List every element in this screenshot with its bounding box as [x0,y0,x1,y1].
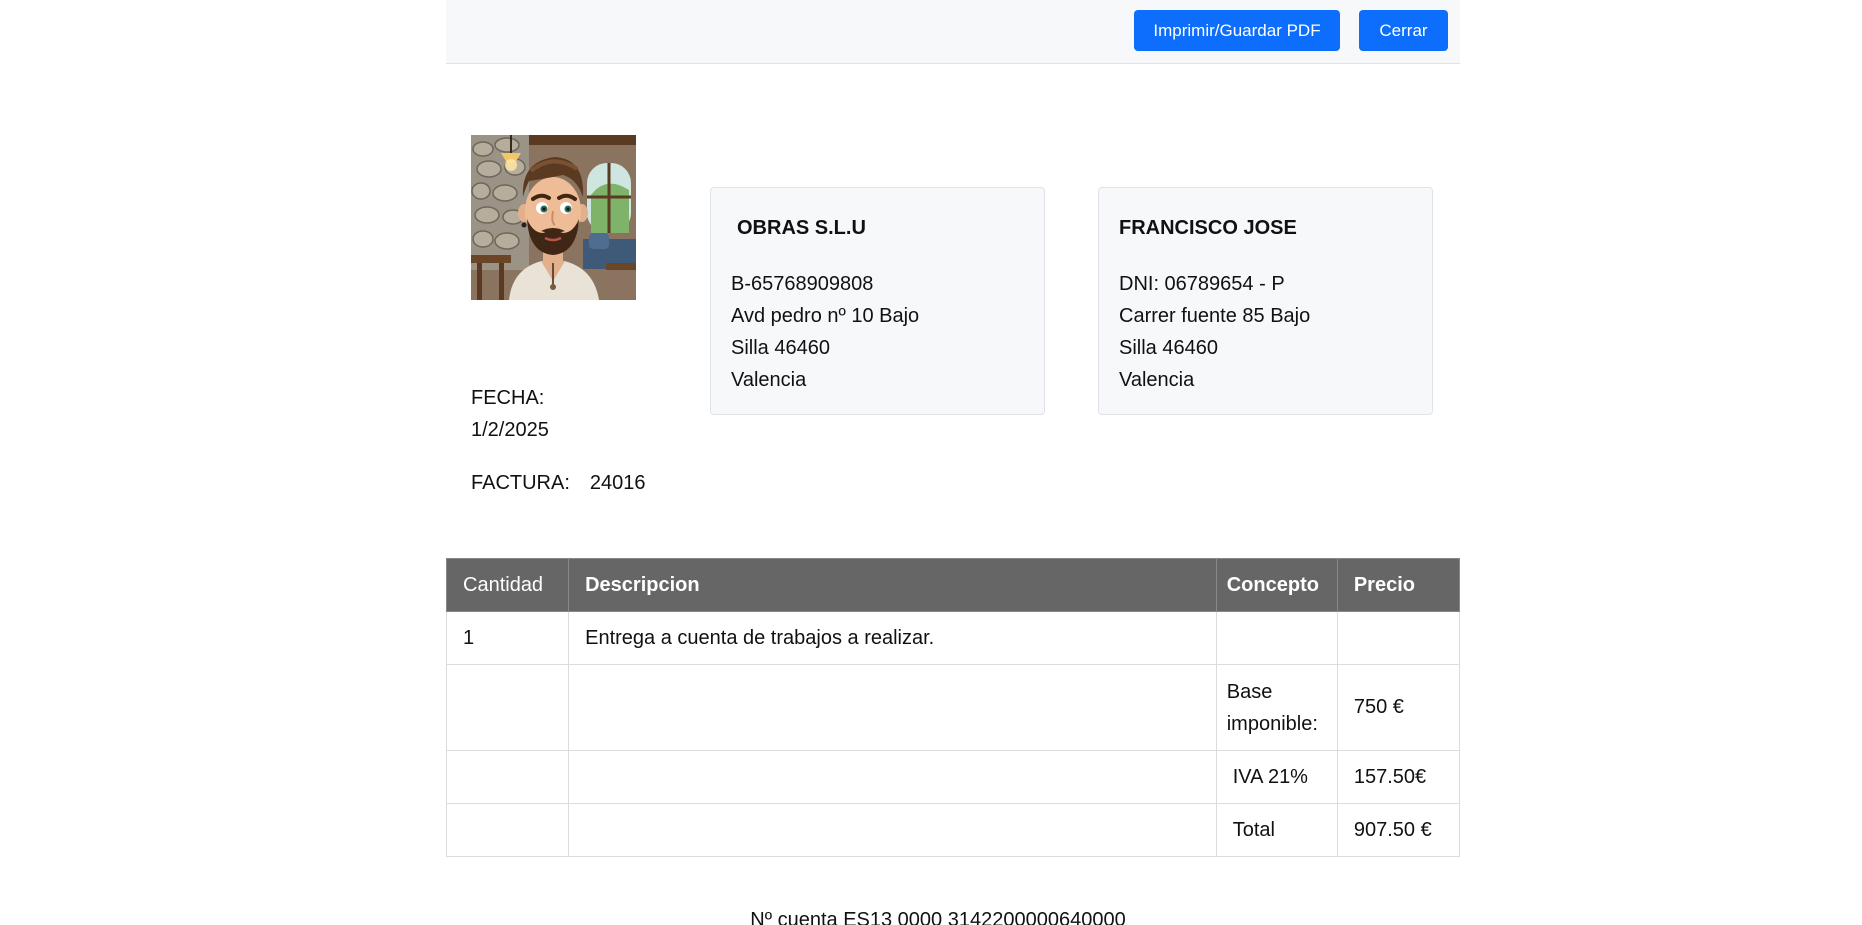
cell-cantidad: 1 [445,611,570,665]
client-province: Valencia [1119,369,1195,391]
invoice-page: Imprimir/Guardar PDF Cerrar FECHA: 1/2/2… [0,0,1862,925]
empty-cell [568,803,1217,857]
iva-label: IVA 21% [1215,750,1338,804]
empty-cell [445,803,570,857]
client-details: DNI: 06789654 - P Carrer fuente 85 Bajo … [1119,268,1412,396]
base-imponible-value: 750 € [1336,664,1461,751]
base-imponible-text: Base imponible: [1226,680,1318,735]
header-descripcion: Descripcion [568,558,1217,612]
header-precio: Precio [1336,558,1461,612]
summary-row-iva: IVA 21% 157.50€ [445,750,1461,804]
cell-descripcion: Entrega a cuenta de trabajos a realizar. [568,611,1217,665]
total-label: Total [1215,803,1338,857]
base-imponible-label: Base imponible: [1215,664,1338,751]
emitter-cif: B-65768909808 [731,273,874,295]
emitter-card: OBRAS S.L.U B-65768909808 Avd pedro nº 1… [710,187,1045,415]
close-button[interactable]: Cerrar [1359,10,1448,51]
print-save-pdf-button[interactable]: Imprimir/Guardar PDF [1134,10,1340,51]
header-concepto: Concepto [1215,558,1338,612]
emitter-city: Silla 46460 [731,337,830,359]
total-value: 907.50 € [1336,803,1461,857]
empty-cell [568,664,1217,751]
client-name: FRANCISCO JOSE [1119,217,1297,239]
emitter-details: B-65768909808 Avd pedro nº 10 Bajo Silla… [731,268,1024,396]
empty-cell [445,664,570,751]
empty-cell [445,750,570,804]
toolbar: Imprimir/Guardar PDF Cerrar [446,0,1460,64]
emitter-province: Valencia [731,369,807,391]
client-card: FRANCISCO JOSE DNI: 06789654 - P Carrer … [1098,187,1433,415]
summary-row-base: Base imponible: 750 € [445,664,1461,751]
client-dni: DNI: 06789654 - P [1119,273,1285,295]
table-header-row: Cantidad Descripcion Concepto Precio [445,558,1461,612]
fecha-value: 1/2/2025 [471,419,549,441]
avatar-illustration [471,135,636,300]
client-address: Carrer fuente 85 Bajo [1119,305,1311,327]
empty-cell [568,750,1217,804]
bank-account-text: Nº cuenta ES13 0000 3142200000640000 [750,909,1126,925]
factura-number: 24016 [589,472,646,494]
cell-concepto [1215,611,1338,665]
bank-account: Nº cuenta ES13 0000 3142200000640000 [0,908,1862,925]
iva-value: 157.50€ [1336,750,1461,804]
factura-row: FACTURA: 24016 [471,467,646,499]
fecha-label: FECHA: [471,387,545,409]
emitter-name: OBRAS S.L.U [737,217,866,239]
invoice-table: Cantidad Descripcion Concepto Precio 1 E… [445,558,1461,857]
client-city: Silla 46460 [1119,337,1218,359]
factura-label: FACTURA: [471,472,570,494]
emitter-address: Avd pedro nº 10 Bajo [731,305,920,327]
summary-row-total: Total 907.50 € [445,803,1461,857]
table-row: 1 Entrega a cuenta de trabajos a realiza… [445,611,1461,665]
cell-precio [1336,611,1461,665]
avatar [471,135,636,300]
header-cantidad: Cantidad [445,558,570,612]
